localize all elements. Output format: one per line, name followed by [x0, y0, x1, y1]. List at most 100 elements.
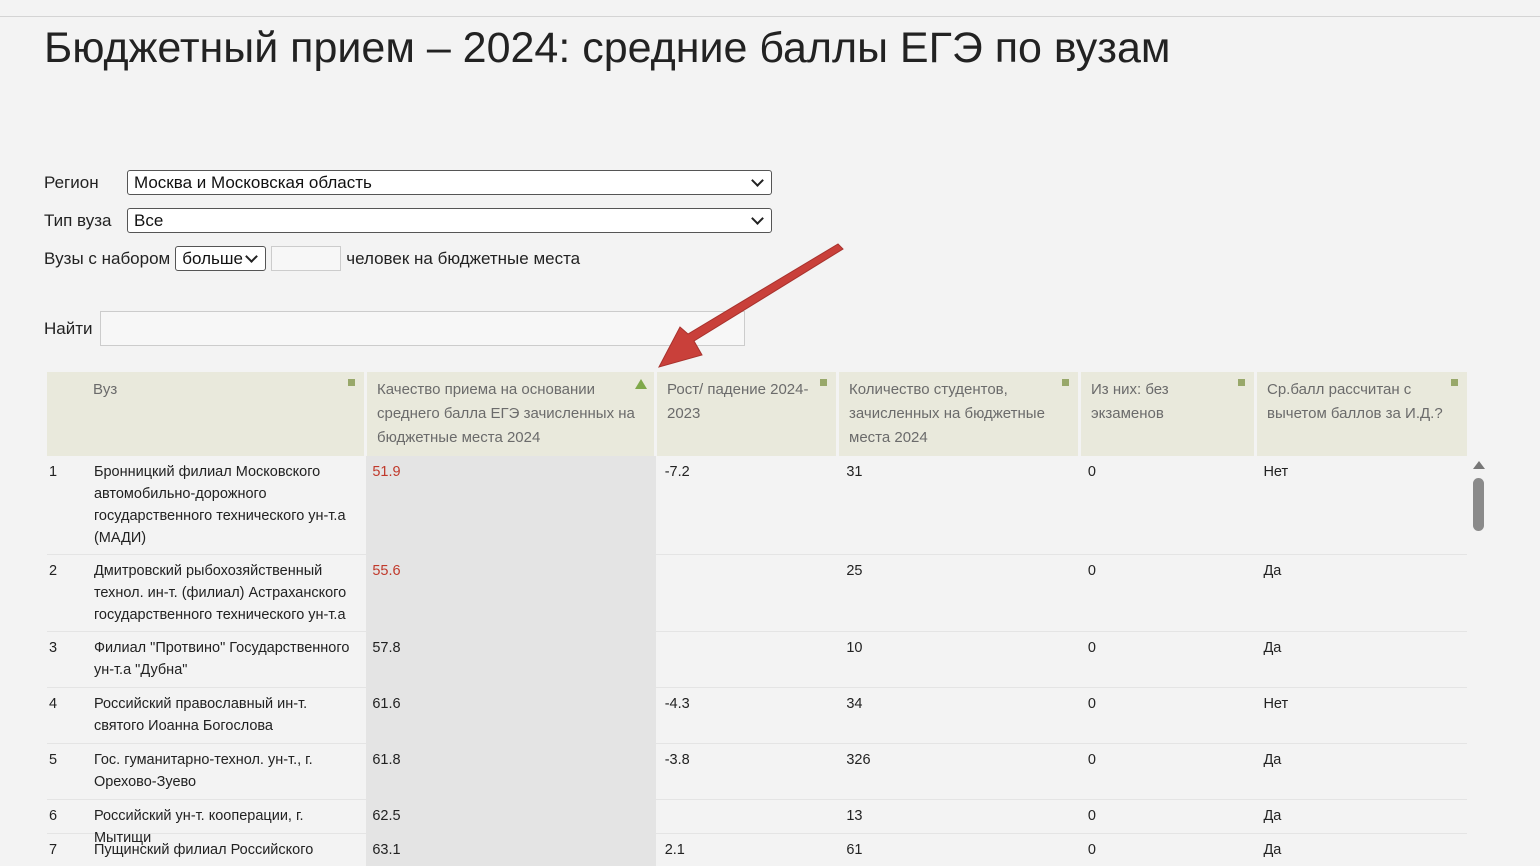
row-quality: 55.6: [366, 555, 656, 631]
search-input[interactable]: [100, 311, 745, 346]
row-quality: 61.6: [366, 688, 656, 743]
row-count: 25: [846, 563, 863, 579]
type-select[interactable]: Все: [127, 208, 772, 233]
top-divider: [0, 16, 1540, 17]
row-quality: 61.8: [366, 744, 656, 799]
header-delta-label: Рост/ падение 2024-2023: [667, 381, 809, 422]
row-delta: [659, 555, 838, 631]
row-no-exam: 0: [1087, 696, 1096, 712]
header-no-exam-label: Из них: без экзаменов: [1091, 381, 1169, 422]
sort-icon: [348, 379, 355, 386]
row-no-exam: 0: [1087, 752, 1096, 768]
row-name: Пущинский филиал Российского: [93, 842, 314, 858]
table-row[interactable]: 1 Бронницкий филиал Московского автомоби…: [47, 456, 1467, 555]
row-count: 31: [846, 464, 863, 480]
row-index: 7: [49, 842, 58, 858]
search-row: Найти: [44, 311, 745, 346]
search-label: Найти: [44, 318, 93, 338]
row-name: Российский ун-т. кооперации, г. Мытищи: [93, 808, 304, 846]
region-label: Регион: [44, 172, 99, 192]
sort-icon: [820, 379, 827, 386]
row-name: Дмитровский рыбохозяйственный технол. ин…: [93, 563, 347, 623]
region-select-value: Москва и Московская область: [134, 172, 372, 192]
table-row[interactable]: 4 Российский православный ин-т. святого …: [47, 688, 1467, 744]
table-row[interactable]: 3 Филиал "Протвино" Государственного ун-…: [47, 632, 1467, 688]
row-quality: 62.5: [366, 800, 656, 833]
table-row[interactable]: 6 Российский ун-т. кооперации, г. Мытищи…: [47, 800, 1467, 846]
header-adjusted[interactable]: Ср.балл рассчитан с вычетом баллов за И.…: [1257, 372, 1467, 456]
row-count: 13: [846, 808, 863, 824]
header-name[interactable]: Вуз: [47, 372, 364, 456]
header-quality-label: Качество приема на основании среднего ба…: [377, 381, 635, 446]
table-row[interactable]: 2 Дмитровский рыбохозяйственный технол. …: [47, 555, 1467, 632]
chevron-down-icon: [751, 211, 764, 225]
count-compare-value: больше: [182, 248, 243, 268]
scroll-up-arrow-icon[interactable]: [1473, 461, 1485, 469]
row-index: 6: [49, 808, 58, 824]
header-count-label: Количество студентов, зачисленных на бюд…: [849, 381, 1045, 446]
region-filter: Регион Москва и Московская область: [44, 170, 772, 195]
row-delta: 2.1: [664, 842, 685, 858]
row-no-exam: 0: [1087, 640, 1096, 656]
row-count: 61: [846, 842, 863, 858]
chevron-down-icon: [245, 249, 259, 263]
header-delta[interactable]: Рост/ падение 2024-2023: [657, 372, 836, 456]
row-adjusted: Нет: [1263, 696, 1289, 712]
row-index: 5: [49, 752, 58, 768]
header-name-label: Вуз: [93, 381, 118, 398]
count-compare-select[interactable]: больше: [175, 246, 267, 271]
sort-icon: [1451, 379, 1458, 386]
chevron-down-icon: [751, 173, 764, 187]
table-row[interactable]: 7 Пущинский филиал Российского 63.1 2.1 …: [47, 834, 1467, 866]
row-adjusted: Да: [1263, 842, 1282, 858]
row-count: 326: [846, 752, 871, 768]
row-adjusted: Да: [1263, 808, 1282, 824]
count-input[interactable]: [271, 246, 342, 271]
row-name: Филиал "Протвино" Государственного ун-т.…: [93, 640, 350, 678]
row-no-exam: 0: [1087, 808, 1096, 824]
sort-icon: [1062, 379, 1069, 386]
row-adjusted: Да: [1263, 640, 1282, 656]
row-name: Бронницкий филиал Московского автомобиль…: [93, 464, 346, 546]
table-body: 1 Бронницкий филиал Московского автомоби…: [47, 456, 1467, 866]
table-row[interactable]: 5 Гос. гуманитарно-технол. ун-т., г. Оре…: [47, 744, 1467, 800]
row-quality: 57.8: [366, 632, 656, 687]
row-count: 10: [846, 640, 863, 656]
row-count: 34: [846, 696, 863, 712]
row-adjusted: Да: [1263, 752, 1282, 768]
row-quality: 63.1: [366, 834, 656, 866]
type-label: Тип вуза: [44, 210, 112, 230]
count-suffix: человек на бюджетные места: [346, 248, 581, 268]
header-no-exam[interactable]: Из них: без экзаменов: [1081, 372, 1254, 456]
region-select[interactable]: Москва и Московская область: [127, 170, 772, 195]
table-header: Вуз Качество приема на основании среднег…: [47, 372, 1467, 456]
page-title: Бюджетный прием – 2024: средние баллы ЕГ…: [44, 24, 1171, 72]
sort-ascending-icon: [635, 379, 647, 389]
row-delta: [659, 800, 838, 833]
row-no-exam: 0: [1087, 464, 1096, 480]
row-adjusted: Да: [1263, 563, 1282, 579]
row-index: 2: [49, 563, 58, 579]
row-name: Российский православный ин-т. святого Ио…: [93, 696, 308, 734]
scrollbar-thumb[interactable]: [1473, 478, 1484, 531]
results-table: Вуз Качество приема на основании среднег…: [47, 372, 1467, 866]
header-adjusted-label: Ср.балл рассчитан с вычетом баллов за И.…: [1267, 381, 1443, 422]
row-delta: -7.2: [664, 464, 690, 480]
count-label: Вузы с набором: [44, 248, 171, 268]
header-count[interactable]: Количество студентов, зачисленных на бюд…: [839, 372, 1078, 456]
type-select-value: Все: [134, 210, 164, 230]
sort-icon: [1238, 379, 1245, 386]
row-index: 4: [49, 696, 58, 712]
type-filter: Тип вуза Все: [44, 208, 772, 233]
row-delta: -3.8: [664, 752, 690, 768]
row-delta: [659, 632, 838, 687]
count-filter: Вузы с набором больше человек на бюджетн…: [44, 246, 580, 271]
row-index: 3: [49, 640, 58, 656]
row-name: Гос. гуманитарно-технол. ун-т., г. Орехо…: [93, 752, 313, 790]
row-index: 1: [49, 464, 58, 480]
row-delta: -4.3: [664, 696, 690, 712]
row-quality: 51.9: [366, 456, 656, 554]
row-no-exam: 0: [1087, 563, 1096, 579]
header-quality[interactable]: Качество приема на основании среднего ба…: [367, 372, 654, 456]
row-adjusted: Нет: [1263, 464, 1289, 480]
